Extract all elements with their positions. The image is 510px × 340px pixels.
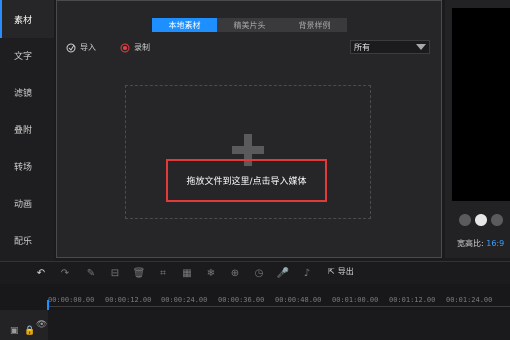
tick-label: 00:00:36.00 <box>218 296 265 304</box>
tick-label: 00:01:00.00 <box>332 296 379 304</box>
redo-icon[interactable]: ↷ <box>58 266 72 280</box>
nav-item-text[interactable]: 文字 <box>0 36 54 74</box>
aspect-label: 宽高比: <box>457 239 484 248</box>
preview-panel: 宽高比: 16:9 <box>445 0 510 258</box>
nav-label: 滤镜 <box>14 88 33 99</box>
ruler-line <box>48 306 510 307</box>
nav-item-music[interactable]: 配乐 <box>0 221 54 259</box>
lock-icon[interactable]: 🔒 <box>24 326 35 336</box>
tab-local-material[interactable]: 本地素材 <box>152 18 217 32</box>
preview-screen <box>452 8 510 201</box>
mic-icon[interactable]: 🎤 <box>276 266 290 280</box>
tick-label: 00:01:12.00 <box>389 296 436 304</box>
timeline-ruler[interactable]: 00:00:00.00 00:00:12.00 00:00:24.00 00:0… <box>0 284 510 324</box>
crop-icon[interactable]: ⌗ <box>156 266 170 280</box>
video-track-icon: ▣ <box>10 326 19 336</box>
track-area[interactable] <box>48 310 510 340</box>
filter-select[interactable]: 所有 <box>350 40 430 54</box>
filter-value: 所有 <box>354 42 370 52</box>
nav-label: 配乐 <box>14 236 33 247</box>
import-icon <box>66 43 76 52</box>
nav-item-filter[interactable]: 滤镜 <box>0 73 54 111</box>
timeline-toolbar: ↶ ↷ ✎ ⊟ 🗑 ⌗ ▦ ❄ ⊕ ◷ 🎤 ♪ ⇱ 导出 <box>0 261 510 283</box>
nav-label: 叠附 <box>14 125 33 136</box>
tab-background-samples[interactable]: 背景样例 <box>282 18 347 32</box>
record-icon <box>120 43 130 52</box>
drop-zone[interactable]: 拖放文件到这里/点击导入媒体 <box>125 85 371 219</box>
drop-text: 拖放文件到这里/点击导入媒体 <box>186 177 307 187</box>
media-tabs: 本地素材 精美片头 背景样例 <box>152 18 347 32</box>
nav-label: 文字 <box>14 51 33 62</box>
media-panel: 本地素材 精美片头 背景样例 导入 录制 所有 拖放文件到这里/点击导入媒体 <box>56 0 442 258</box>
tick-label: 00:00:24.00 <box>161 296 208 304</box>
export-label: 导出 <box>337 267 354 276</box>
freeze-icon[interactable]: ❄ <box>204 266 218 280</box>
eye-icon[interactable]: 👁 <box>36 320 47 330</box>
drop-text-highlight[interactable]: 拖放文件到这里/点击导入媒体 <box>166 159 327 202</box>
aspect-value: 16:9 <box>486 239 505 248</box>
track-header: ▣ 🔒 👁 <box>0 310 48 340</box>
next-icon[interactable] <box>491 214 503 226</box>
prev-icon[interactable] <box>459 214 471 226</box>
import-button[interactable]: 导入 <box>66 42 96 53</box>
import-label: 导入 <box>80 43 96 52</box>
nav-item-animation[interactable]: 动画 <box>0 184 54 222</box>
tick-label: 00:01:24.00 <box>446 296 493 304</box>
export-icon: ⇱ <box>328 267 335 276</box>
tick-label: 00:00:12.00 <box>105 296 152 304</box>
left-nav: 素材 文字 滤镜 叠附 转场 动画 配乐 <box>0 0 54 262</box>
nav-label: 动画 <box>14 199 33 210</box>
mosaic-icon[interactable]: ▦ <box>180 266 194 280</box>
video-track: ▣ 🔒 👁 <box>0 310 510 340</box>
audio-icon[interactable]: ♪ <box>300 266 314 280</box>
zoom-icon[interactable]: ⊕ <box>228 266 242 280</box>
aspect-ratio[interactable]: 宽高比: 16:9 <box>457 238 504 249</box>
split-icon[interactable]: ⊟ <box>108 266 122 280</box>
delete-icon[interactable]: 🗑 <box>132 266 146 280</box>
tick-label: 00:00:00.00 <box>48 296 95 304</box>
record-button[interactable]: 录制 <box>120 42 150 53</box>
tick-label: 00:00:48.00 <box>275 296 322 304</box>
play-icon[interactable] <box>475 214 487 226</box>
export-button[interactable]: ⇱ 导出 <box>328 266 354 277</box>
nav-item-transition[interactable]: 转场 <box>0 147 54 185</box>
edit-icon[interactable]: ✎ <box>84 266 98 280</box>
nav-item-material[interactable]: 素材 <box>0 0 54 38</box>
chevron-down-icon <box>416 44 426 50</box>
nav-label: 素材 <box>14 15 33 26</box>
nav-item-overlay[interactable]: 叠附 <box>0 110 54 148</box>
nav-label: 转场 <box>14 162 33 173</box>
undo-icon[interactable]: ↶ <box>34 266 48 280</box>
record-label: 录制 <box>134 43 150 52</box>
duration-icon[interactable]: ◷ <box>252 266 266 280</box>
preview-controls <box>459 214 503 226</box>
tab-intro-templates[interactable]: 精美片头 <box>217 18 282 32</box>
